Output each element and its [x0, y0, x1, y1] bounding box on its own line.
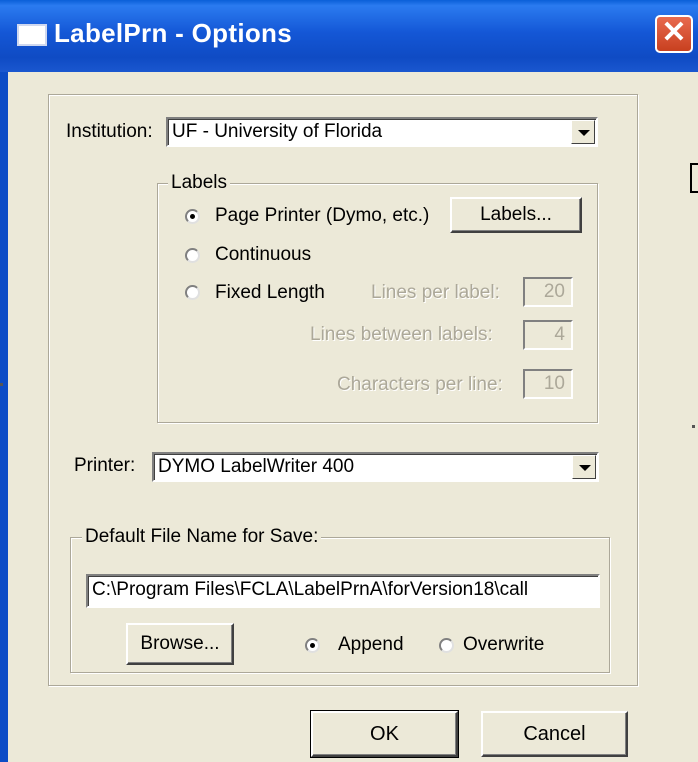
institution-select[interactable]: UF - University of Florida — [166, 117, 598, 147]
chevron-down-icon[interactable] — [572, 455, 596, 479]
lines-per-label-field[interactable]: 20 — [523, 277, 573, 307]
options-dialog: LabelPrn - Options ✕ Institution: UF - U… — [0, 0, 698, 762]
close-icon: ✕ — [661, 16, 687, 49]
window-frame-left — [0, 72, 8, 762]
lines-between-labels-label: Lines between labels: — [310, 324, 493, 345]
continuous-radio[interactable] — [185, 248, 200, 263]
browse-button[interactable]: Browse... — [126, 623, 234, 665]
title-bar[interactable]: LabelPrn - Options ✕ — [0, 0, 698, 72]
ok-button[interactable]: OK — [310, 710, 459, 758]
close-button[interactable]: ✕ — [655, 15, 693, 53]
background-fragment — [690, 163, 698, 193]
printer-label: Printer: — [74, 455, 136, 476]
labels-button[interactable]: Labels... — [450, 197, 582, 233]
characters-per-line-label: Characters per line: — [337, 374, 503, 395]
chevron-down-icon[interactable] — [571, 120, 595, 144]
page-printer-label[interactable]: Page Printer (Dymo, etc.) — [215, 205, 429, 227]
institution-label: Institution: — [66, 121, 153, 142]
cancel-button[interactable]: Cancel — [481, 711, 628, 757]
fixed-length-radio[interactable] — [185, 285, 200, 300]
characters-per-line-field[interactable]: 10 — [523, 369, 573, 399]
continuous-label[interactable]: Continuous — [215, 244, 311, 266]
overwrite-label[interactable]: Overwrite — [463, 634, 544, 656]
background-fragment — [0, 383, 3, 386]
overwrite-radio[interactable] — [439, 638, 454, 653]
lines-between-labels-field[interactable]: 4 — [523, 320, 573, 350]
fixed-length-label[interactable]: Fixed Length — [215, 282, 325, 304]
printer-select[interactable]: DYMO LabelWriter 400 — [152, 452, 599, 482]
window-title: LabelPrn - Options — [54, 18, 292, 48]
save-group-title: Default File Name for Save: — [82, 526, 322, 548]
labels-group-title: Labels — [168, 172, 230, 194]
institution-value: UF - University of Florida — [172, 121, 383, 142]
background-fragment — [692, 425, 695, 428]
save-path-input[interactable]: C:\Program Files\FCLA\LabelPrnA\forVersi… — [86, 574, 600, 608]
page-printer-radio[interactable] — [185, 209, 200, 224]
append-radio[interactable] — [305, 638, 320, 653]
lines-per-label-label: Lines per label: — [371, 282, 500, 303]
window-icon — [17, 24, 47, 46]
append-label[interactable]: Append — [338, 634, 404, 656]
printer-value: DYMO LabelWriter 400 — [158, 456, 355, 477]
